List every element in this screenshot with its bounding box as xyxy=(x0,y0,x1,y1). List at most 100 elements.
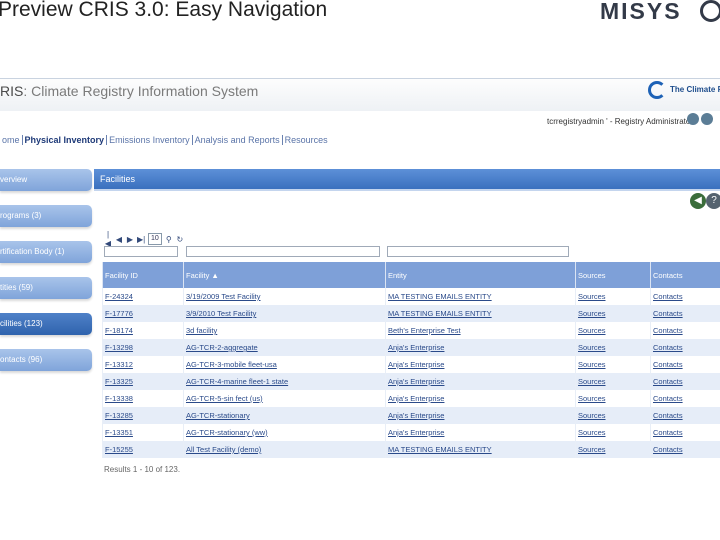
sidenav-contacts[interactable]: ontacts (96) xyxy=(0,349,92,371)
contacts-link[interactable]: Contacts xyxy=(650,407,720,424)
facility-link[interactable]: AG-TCR-3-mobile fleet-usa xyxy=(183,356,386,373)
sources-link[interactable]: Sources xyxy=(575,441,651,458)
page-size-select[interactable]: 10 xyxy=(148,233,162,245)
tab-physical-inventory[interactable]: Physical Inventory xyxy=(23,135,108,145)
sources-link[interactable]: Sources xyxy=(575,288,651,305)
logout-icon[interactable] xyxy=(701,113,713,125)
refresh-icon[interactable]: ↻ xyxy=(176,235,184,244)
col-facility-id[interactable]: Facility ID xyxy=(102,262,184,288)
facility-id-link[interactable]: F-13298 xyxy=(102,339,184,356)
contacts-link[interactable]: Contacts xyxy=(650,305,720,322)
contacts-link[interactable]: Contacts xyxy=(650,441,720,458)
facility-link[interactable]: AG-TCR-stationary xyxy=(183,407,386,424)
facility-id-link[interactable]: F-13351 xyxy=(102,424,184,441)
sidenav-entities[interactable]: tities (59) xyxy=(0,277,92,299)
contacts-link[interactable]: Contacts xyxy=(650,322,720,339)
sources-link[interactable]: Sources xyxy=(575,356,651,373)
next-page-icon[interactable]: ▶ xyxy=(126,235,134,244)
facility-link[interactable]: AG-TCR-stationary (ww) xyxy=(183,424,386,441)
climate-registry-logo-icon xyxy=(648,81,666,99)
table-header-row: Facility ID Facility ▲ Entity Sources Co… xyxy=(102,262,720,288)
sources-link[interactable]: Sources xyxy=(575,424,651,441)
contacts-link[interactable]: Contacts xyxy=(650,390,720,407)
app-banner: RIS: Climate Registry Information System… xyxy=(0,79,720,111)
facility-id-link[interactable]: F-13338 xyxy=(102,390,184,407)
facility-id-link[interactable]: F-17776 xyxy=(102,305,184,322)
entity-link[interactable]: Anja's Enterprise xyxy=(385,373,576,390)
help-icon[interactable]: ? xyxy=(706,193,720,209)
user-toolbar xyxy=(687,113,713,125)
contacts-link[interactable]: Contacts xyxy=(650,288,720,305)
prev-page-icon[interactable]: ◀ xyxy=(115,235,123,244)
entity-link[interactable]: MA TESTING EMAILS ENTITY xyxy=(385,305,576,322)
panel-subbar xyxy=(94,189,720,191)
entity-link[interactable]: MA TESTING EMAILS ENTITY xyxy=(385,288,576,305)
entity-link[interactable]: Anja's Enterprise xyxy=(385,424,576,441)
facility-link[interactable]: AG-TCR-2-aggregate xyxy=(183,339,386,356)
panel-title: Facilities xyxy=(94,169,720,189)
sources-link[interactable]: Sources xyxy=(575,339,651,356)
facilities-table: Facility ID Facility ▲ Entity Sources Co… xyxy=(102,262,720,458)
col-entity[interactable]: Entity xyxy=(385,262,576,288)
tab-emissions-inventory[interactable]: Emissions Inventory xyxy=(107,135,193,145)
tab-analysis-and-reports[interactable]: Analysis and Reports xyxy=(193,135,283,145)
entity-link[interactable]: MA TESTING EMAILS ENTITY xyxy=(385,441,576,458)
sidenav-programs[interactable]: rograms (3) xyxy=(0,205,92,227)
table-row: F-13312 AG-TCR-3-mobile fleet-usa Anja's E… xyxy=(102,356,720,373)
last-page-icon[interactable]: ▶| xyxy=(137,235,145,244)
table-row: F-15255 All Test Facility (demo) MA TESTIN… xyxy=(102,441,720,458)
contacts-link[interactable]: Contacts xyxy=(650,424,720,441)
facility-id-link[interactable]: F-15255 xyxy=(102,441,184,458)
sidenav-verification-body[interactable]: rtification Body (1) xyxy=(0,241,92,263)
facility-id-link[interactable]: F-24324 xyxy=(102,288,184,305)
misys-logo: MISYS xyxy=(600,0,682,24)
facility-link[interactable]: 3d facility xyxy=(183,322,386,339)
contacts-link[interactable]: Contacts xyxy=(650,356,720,373)
facility-link[interactable]: All Test Facility (demo) xyxy=(183,441,386,458)
facility-link[interactable]: AG-TCR-4-marine fleet-1 state xyxy=(183,373,386,390)
app-title-rest: : Climate Registry Information System xyxy=(23,83,259,99)
slide-title: Preview CRIS 3.0: Easy Navigation xyxy=(0,0,328,21)
entity-link[interactable]: Anja's Enterprise xyxy=(385,407,576,424)
misys-logo-mark-icon xyxy=(700,0,720,22)
table-row: F-13338 AG-TCR-5-sin fect (us) Anja's Ente… xyxy=(102,390,720,407)
entity-link[interactable]: Anja's Enterprise xyxy=(385,390,576,407)
table-row: F-13298 AG-TCR-2-aggregate Anja's Enterpri… xyxy=(102,339,720,356)
search-icon[interactable]: ⚲ xyxy=(165,235,173,244)
sources-link[interactable]: Sources xyxy=(575,305,651,322)
app-title: RIS: Climate Registry Information System xyxy=(0,83,258,99)
table-row: F-17776 3/9/2010 Test Facility MA TESTING … xyxy=(102,305,720,322)
col-sources[interactable]: Sources xyxy=(575,262,651,288)
filter-entity-input[interactable] xyxy=(387,246,569,257)
entity-link[interactable]: Anja's Enterprise xyxy=(385,339,576,356)
profile-icon[interactable] xyxy=(687,113,699,125)
facility-link[interactable]: 3/19/2009 Test Facility xyxy=(183,288,386,305)
col-facility[interactable]: Facility ▲ xyxy=(183,262,386,288)
facility-id-link[interactable]: F-13285 xyxy=(102,407,184,424)
sidenav-overview[interactable]: verview xyxy=(0,169,92,191)
back-icon[interactable]: ◀ xyxy=(690,193,706,209)
sources-link[interactable]: Sources xyxy=(575,322,651,339)
facility-id-link[interactable]: F-13312 xyxy=(102,356,184,373)
entity-link[interactable]: Beth's Enterprise Test xyxy=(385,322,576,339)
facility-id-link[interactable]: F-13325 xyxy=(102,373,184,390)
sidenav-facilities[interactable]: cilities (123) xyxy=(0,313,92,335)
filter-facility-id-input[interactable] xyxy=(104,246,178,257)
entity-link[interactable]: Anja's Enterprise xyxy=(385,356,576,373)
sources-link[interactable]: Sources xyxy=(575,390,651,407)
filter-facility-input[interactable] xyxy=(186,246,380,257)
climate-registry-name: The Climate Regis xyxy=(670,85,720,94)
col-contacts[interactable]: Contacts xyxy=(650,262,720,288)
sources-link[interactable]: Sources xyxy=(575,373,651,390)
facility-link[interactable]: 3/9/2010 Test Facility xyxy=(183,305,386,322)
table-row: F-13325 AG-TCR-4-marine fleet-1 state Anja… xyxy=(102,373,720,390)
tab-resources[interactable]: Resources xyxy=(283,135,330,145)
table-row: F-13285 AG-TCR-stationary Anja's Enterpris… xyxy=(102,407,720,424)
facility-link[interactable]: AG-TCR-5-sin fect (us) xyxy=(183,390,386,407)
sources-link[interactable]: Sources xyxy=(575,407,651,424)
contacts-link[interactable]: Contacts xyxy=(650,373,720,390)
tab-home[interactable]: ome xyxy=(0,135,23,145)
table-row: F-24324 3/19/2009 Test Facility MA TESTING… xyxy=(102,288,720,305)
contacts-link[interactable]: Contacts xyxy=(650,339,720,356)
facility-id-link[interactable]: F-18174 xyxy=(102,322,184,339)
